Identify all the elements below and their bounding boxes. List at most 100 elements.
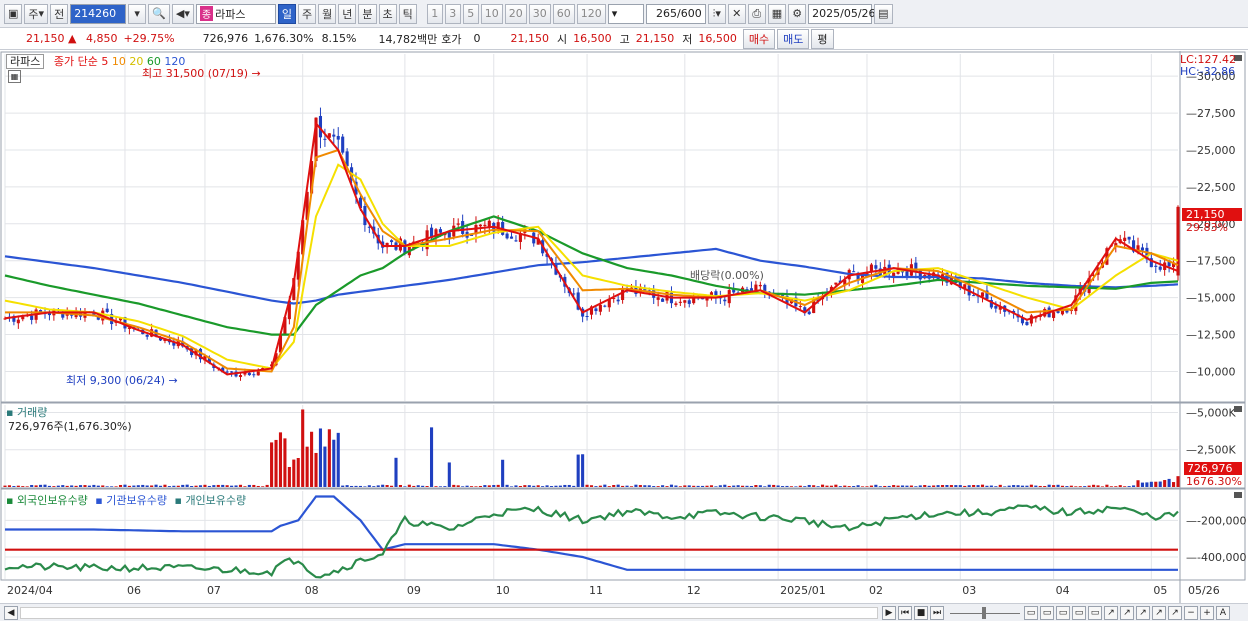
- stock-name-field[interactable]: 종 라파스: [195, 3, 276, 24]
- save-icon[interactable]: ▦: [767, 3, 787, 24]
- scroll-right-icon[interactable]: ▶: [882, 605, 896, 620]
- zoom-out-icon[interactable]: −: [1184, 605, 1198, 620]
- interval-30-button[interactable]: 30: [528, 3, 551, 24]
- tool-icon-4[interactable]: ↗: [1152, 605, 1166, 620]
- volume-bar: [932, 485, 936, 487]
- volume-bar: [1052, 485, 1056, 487]
- layout-icon-2[interactable]: ▭: [1040, 605, 1054, 620]
- interval-120-button[interactable]: 120: [576, 3, 606, 24]
- bar-count-field[interactable]: 265/600: [645, 3, 706, 24]
- period-year-button[interactable]: 년: [338, 3, 357, 24]
- interval-label: 1: [431, 7, 439, 20]
- scroll-track[interactable]: [20, 606, 878, 619]
- price-change-pct: +29.75%: [123, 32, 175, 45]
- volume-bar: [47, 485, 51, 487]
- date-field[interactable]: 2025/05/26: [808, 3, 876, 24]
- volume-bar: [354, 485, 358, 487]
- avg-button[interactable]: 평: [811, 28, 834, 49]
- search-icon[interactable]: 🔍: [148, 3, 170, 24]
- volume-bar: [638, 485, 642, 487]
- period-week-label: 주: [302, 7, 313, 21]
- foreign-legend[interactable]: ▪ 외국인보유수량: [6, 494, 88, 507]
- tool-icon-3[interactable]: ↗: [1136, 605, 1150, 620]
- window-menu-icon[interactable]: ▣: [4, 3, 23, 24]
- stock-code-input[interactable]: 214260: [70, 3, 127, 24]
- interval-20-button[interactable]: 20: [504, 3, 527, 24]
- interval-3-button[interactable]: 3: [444, 3, 461, 24]
- interval-1-button[interactable]: 1: [426, 3, 443, 24]
- x-tick-label: 06: [127, 584, 141, 597]
- period-minute-button[interactable]: 분: [358, 3, 377, 24]
- period-second-label: 초: [382, 7, 393, 21]
- interval-5-button[interactable]: 5: [462, 3, 479, 24]
- tool-icon-1[interactable]: ↗: [1104, 605, 1118, 620]
- layout-icon-5[interactable]: ▭: [1088, 605, 1102, 620]
- volume-bar: [803, 486, 807, 487]
- gear-icon[interactable]: ⚙: [788, 3, 807, 24]
- interval-label: 5: [467, 7, 475, 20]
- volume-bar: [1056, 484, 1060, 487]
- period-day-button[interactable]: 일: [277, 3, 296, 24]
- price-panel-name[interactable]: 라파스: [6, 54, 45, 69]
- candle-body: [1052, 312, 1056, 318]
- volume-bar: [270, 442, 274, 487]
- individual-legend[interactable]: ▪ 개인보유수량: [174, 494, 246, 507]
- period-left-select[interactable]: 주 ▾: [24, 3, 49, 24]
- price-tick-label: —17,500: [1186, 255, 1236, 268]
- x-tick-label: 05: [1153, 584, 1167, 597]
- layout-icon-4[interactable]: ▭: [1072, 605, 1086, 620]
- volume-bar: [972, 485, 976, 487]
- volume-bar: [598, 485, 602, 487]
- interval-10-button[interactable]: 10: [480, 3, 503, 24]
- institution-legend[interactable]: ▪ 기관보유수량: [95, 494, 167, 507]
- zoom-slider[interactable]: [950, 606, 1020, 619]
- sell-button[interactable]: 매도: [777, 28, 810, 49]
- speaker-icon[interactable]: ◀▾: [171, 3, 194, 24]
- period-second-button[interactable]: 초: [378, 3, 397, 24]
- tool-icon-2[interactable]: ↗: [1120, 605, 1134, 620]
- interval-60-button[interactable]: 60: [552, 3, 575, 24]
- volume-bar: [390, 485, 394, 487]
- price-tick-label: —25,000: [1186, 144, 1236, 157]
- volume-bar: [998, 484, 1002, 487]
- volume-bar: [958, 485, 962, 487]
- interval-custom-input[interactable]: ▾: [607, 3, 644, 24]
- chart-area[interactable]: —30,000 —27,500 —25,000 —22,500 —20,000 —17,5…: [0, 51, 1248, 603]
- chart-canvas[interactable]: —30,000—27,500—25,000—22,500—20,000—17,5…: [0, 51, 1248, 603]
- volume-bar: [96, 485, 100, 487]
- volume-bar: [198, 485, 203, 487]
- forward-icon[interactable]: ⏭: [930, 605, 944, 620]
- volume-bar: [1176, 476, 1180, 487]
- period-month-button[interactable]: 월: [318, 3, 337, 24]
- volume-bar: [358, 485, 363, 487]
- volume-bar: [483, 485, 487, 487]
- volume-bar: [900, 485, 905, 487]
- scroll-left-icon[interactable]: ◀: [4, 605, 18, 620]
- rewind-icon[interactable]: ⏮: [898, 605, 912, 620]
- grid-toggle-icon[interactable]: ▦: [8, 70, 21, 83]
- calendar-icon[interactable]: ▤: [874, 3, 893, 24]
- candle-body: [1140, 247, 1145, 251]
- period-tick-button[interactable]: 틱: [398, 3, 417, 24]
- buy-button[interactable]: 매수: [742, 28, 776, 49]
- tool-icon-5[interactable]: ↗: [1168, 605, 1182, 620]
- volume-bar: [234, 485, 238, 487]
- candle-body: [834, 282, 838, 285]
- candle-type-icon[interactable]: ⫶▾: [707, 3, 726, 24]
- print-icon[interactable]: ⎙: [747, 3, 766, 24]
- layout-icon-3[interactable]: ▭: [1056, 605, 1070, 620]
- volume-bar: [78, 485, 83, 487]
- volume-bar: [794, 486, 798, 487]
- code-dropdown-icon[interactable]: ▾: [128, 3, 147, 24]
- prev-button[interactable]: 전: [50, 3, 69, 24]
- period-week-button[interactable]: 주: [298, 3, 317, 24]
- layout-icon-1[interactable]: ▭: [1024, 605, 1038, 620]
- zoom-in-icon[interactable]: +: [1200, 605, 1214, 620]
- auto-icon[interactable]: A: [1216, 605, 1230, 620]
- draw-tool-icon[interactable]: ✕: [727, 3, 746, 24]
- candle-body: [230, 371, 234, 373]
- volume-bar: [1100, 486, 1105, 487]
- volume-bar: [967, 485, 971, 487]
- x-tick-label: 2025/01: [780, 584, 826, 597]
- stop-icon[interactable]: ■: [914, 605, 928, 620]
